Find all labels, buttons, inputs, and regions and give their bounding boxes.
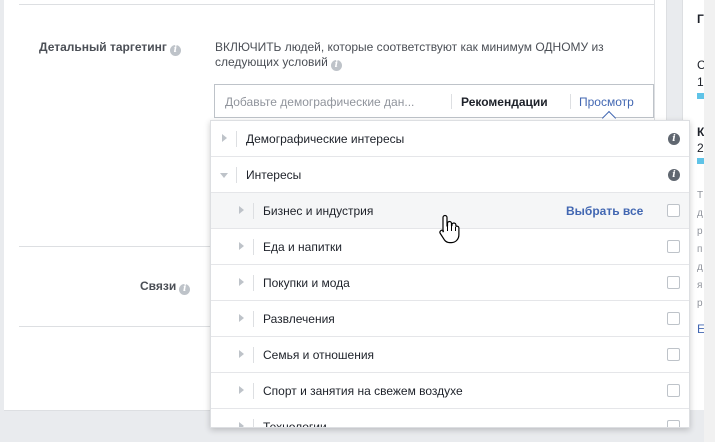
detailed-targeting-search[interactable]: Добавьте демографические дан... Рекоменд… bbox=[214, 84, 654, 126]
expand-arrow-icon[interactable] bbox=[239, 422, 244, 427]
divider bbox=[253, 203, 254, 219]
subcategory-row-sports[interactable]: Спорт и занятия на свежем воздухе bbox=[211, 373, 689, 409]
divider bbox=[19, 4, 654, 5]
subcategory-label: Бизнес и индустрия bbox=[263, 204, 374, 218]
subcategory-row-family[interactable]: Семья и отношения bbox=[211, 337, 689, 373]
subcategory-row-entertainment[interactable]: Развлечения bbox=[211, 301, 689, 337]
checkbox-icon[interactable] bbox=[667, 240, 680, 253]
category-row-demographics[interactable]: Демографические интересы i bbox=[211, 121, 689, 157]
category-row-interests[interactable]: Интересы i bbox=[211, 157, 689, 193]
divider bbox=[19, 326, 214, 327]
panel-text: р bbox=[697, 298, 703, 309]
expand-arrow-icon[interactable] bbox=[222, 134, 227, 142]
divider bbox=[19, 246, 214, 247]
panel-text: р bbox=[697, 226, 703, 237]
subcategory-label: Технологии bbox=[263, 420, 327, 428]
connections-label: Связи i bbox=[140, 279, 191, 295]
include-condition-label: ВКЛЮЧИТЬ людей, которые соответствуют ка… bbox=[215, 40, 604, 69]
category-label: Интересы bbox=[246, 168, 302, 182]
subcategory-label: Семья и отношения bbox=[263, 348, 375, 362]
divider bbox=[253, 419, 254, 427]
subcategory-row-shopping[interactable]: Покупки и мода bbox=[211, 265, 689, 301]
divider bbox=[253, 239, 254, 255]
expand-arrow-icon[interactable] bbox=[239, 242, 244, 250]
checkbox-icon[interactable] bbox=[667, 276, 680, 289]
divider bbox=[236, 131, 237, 147]
expand-arrow-icon[interactable] bbox=[239, 350, 244, 358]
detailed-targeting-label: Детальный таргетинг i bbox=[39, 40, 181, 56]
checkbox-icon[interactable] bbox=[667, 420, 680, 427]
info-icon[interactable]: i bbox=[330, 60, 342, 71]
panel-text: я bbox=[697, 280, 703, 291]
include-condition-text: ВКЛЮЧИТЬ людей, которые соответствуют ка… bbox=[215, 40, 635, 71]
divider bbox=[253, 347, 254, 363]
subcategory-label: Развлечения bbox=[263, 312, 335, 326]
info-icon[interactable]: i bbox=[668, 169, 680, 181]
checkbox-icon[interactable] bbox=[667, 384, 680, 397]
info-icon[interactable]: i bbox=[169, 45, 181, 56]
collapse-arrow-icon[interactable] bbox=[220, 173, 228, 178]
checkbox-icon[interactable] bbox=[667, 348, 680, 361]
info-icon[interactable]: i bbox=[179, 284, 191, 295]
panel-text: п bbox=[697, 244, 703, 255]
panel-text: д bbox=[697, 262, 703, 273]
checkbox-icon[interactable] bbox=[667, 204, 680, 217]
hand-pointer-icon bbox=[439, 214, 460, 244]
checkbox-icon[interactable] bbox=[667, 312, 680, 325]
expand-arrow-icon[interactable] bbox=[239, 278, 244, 286]
panel-text: 1 bbox=[697, 75, 704, 89]
expand-arrow-icon[interactable] bbox=[239, 386, 244, 394]
divider bbox=[451, 94, 452, 109]
page-scrollbar[interactable] bbox=[704, 0, 715, 442]
browse-button[interactable]: Просмотр bbox=[579, 95, 634, 109]
connections-text: Связи bbox=[140, 279, 177, 293]
subcategory-label: Покупки и мода bbox=[263, 276, 350, 290]
subcategory-label: Еда и напитки bbox=[263, 240, 343, 254]
divider bbox=[570, 94, 571, 109]
recommendations-button[interactable]: Рекомендации bbox=[461, 95, 548, 109]
browse-dropdown: Демографические интересы i Интересы i Би… bbox=[210, 120, 690, 428]
divider bbox=[236, 167, 237, 183]
divider bbox=[253, 311, 254, 327]
detailed-targeting-text: Детальный таргетинг bbox=[39, 40, 167, 54]
divider bbox=[253, 275, 254, 291]
info-icon[interactable]: i bbox=[668, 133, 680, 145]
panel-text: Т bbox=[697, 190, 704, 201]
expand-arrow-icon[interactable] bbox=[239, 314, 244, 322]
search-input[interactable]: Добавьте демографические дан... bbox=[225, 95, 443, 109]
subcategory-label: Спорт и занятия на свежем воздухе bbox=[263, 384, 463, 398]
select-all-button[interactable]: Выбрать все bbox=[566, 204, 643, 218]
expand-arrow-icon[interactable] bbox=[239, 206, 244, 214]
panel-text: 2 bbox=[697, 141, 704, 155]
panel-text: д bbox=[697, 208, 703, 219]
panel-heading: Г bbox=[697, 12, 704, 26]
divider bbox=[253, 383, 254, 399]
subcategory-row-technology[interactable]: Технологии bbox=[211, 409, 689, 428]
category-label: Демографические интересы bbox=[246, 132, 405, 146]
